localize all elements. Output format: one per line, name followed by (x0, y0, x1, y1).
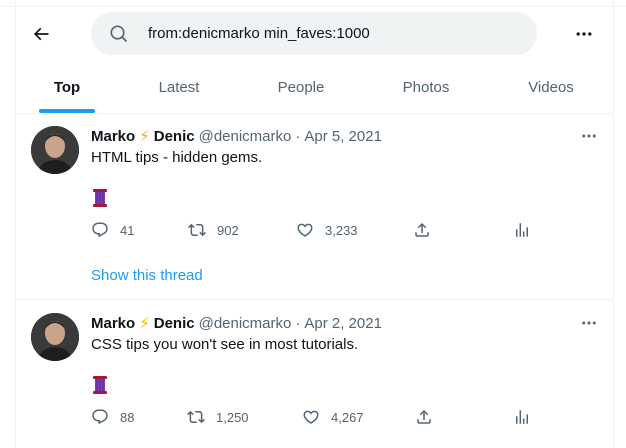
reply-count: 41 (120, 222, 135, 238)
tweet[interactable]: Marko ⚡ Denic @denicmarko · Apr 5, 2021 … (16, 114, 613, 300)
more-horizontal-icon (582, 321, 596, 325)
tweet-more-button[interactable] (579, 313, 599, 333)
separator-dot: · (295, 314, 301, 332)
tweet-date[interactable]: Apr 5, 2021 (304, 128, 382, 145)
heart-icon (303, 410, 319, 424)
separator-dot: · (295, 127, 301, 145)
tab-people[interactable]: People (266, 62, 336, 113)
tab-people-label: People (277, 79, 325, 96)
avatar-portrait-icon (31, 126, 79, 174)
reply-button[interactable]: 41 (91, 220, 134, 240)
avatar-portrait-icon (31, 313, 79, 361)
back-button[interactable] (26, 19, 56, 49)
search-icon (110, 25, 128, 43)
reply-button[interactable]: 88 (91, 407, 134, 427)
avatar[interactable] (31, 313, 79, 361)
reply-icon (92, 409, 108, 425)
like-button[interactable]: 3,233 (296, 220, 358, 240)
share-button[interactable] (415, 407, 433, 427)
tweet-text: HTML tips - hidden gems. (91, 149, 263, 166)
analytics-button[interactable] (513, 220, 531, 240)
show-thread-link[interactable]: Show this thread (91, 267, 203, 284)
tab-videos[interactable]: Videos (516, 62, 586, 113)
tab-photos[interactable]: Photos (391, 62, 461, 113)
tab-videos-label: Videos (528, 79, 574, 96)
retweet-button[interactable]: 1,250 (187, 407, 249, 427)
author-first-name[interactable]: Marko (91, 128, 135, 145)
heart-icon (297, 223, 313, 237)
reply-icon (92, 222, 108, 238)
tweet-more-button[interactable] (579, 126, 599, 146)
retweet-count: 902 (217, 222, 239, 238)
retweet-icon (188, 223, 206, 237)
like-count: 3,233 (325, 222, 358, 238)
thread-spool-icon (93, 189, 107, 207)
arrow-left-icon (33, 27, 49, 41)
author-first-name[interactable]: Marko (91, 315, 135, 332)
active-tab-indicator (39, 109, 95, 113)
author-last-name[interactable]: Denic (154, 128, 195, 145)
author-handle[interactable]: @denicmarko (199, 315, 292, 332)
author-last-name[interactable]: Denic (154, 315, 195, 332)
tab-photos-label: Photos (402, 79, 450, 96)
tweet-header: Marko ⚡ Denic @denicmarko · Apr 2, 2021 (91, 313, 382, 333)
tweet-text: CSS tips you won't see in most tutorials… (91, 336, 359, 353)
retweet-button[interactable]: 902 (188, 220, 239, 240)
search-tabs: Top Latest People Photos Videos (16, 62, 613, 114)
tweet-date[interactable]: Apr 2, 2021 (304, 315, 382, 332)
tab-latest[interactable]: Latest (144, 62, 214, 113)
analytics-icon (516, 223, 528, 237)
retweet-count: 1,250 (216, 409, 249, 425)
tab-latest-label: Latest (158, 79, 200, 96)
more-options-button[interactable] (572, 22, 596, 46)
author-handle[interactable]: @denicmarko (199, 128, 292, 145)
analytics-icon (516, 410, 528, 424)
like-count: 4,267 (331, 409, 364, 425)
like-button[interactable]: 4,267 (302, 407, 364, 427)
thread-spool-icon (93, 376, 107, 394)
analytics-button[interactable] (513, 407, 531, 427)
more-horizontal-icon (582, 134, 596, 138)
reply-count: 88 (120, 409, 135, 425)
search-bar[interactable] (91, 12, 537, 55)
retweet-icon (187, 410, 205, 424)
avatar[interactable] (31, 126, 79, 174)
tab-top[interactable]: Top (36, 62, 98, 113)
tweet-actions: 41 902 3,233 (91, 220, 531, 240)
lightning-bolt-icon: ⚡ (139, 315, 150, 332)
search-input[interactable] (148, 12, 518, 55)
more-horizontal-icon (576, 32, 592, 36)
share-icon (417, 409, 431, 424)
tab-top-label: Top (53, 79, 81, 96)
share-icon (415, 222, 429, 237)
lightning-bolt-icon: ⚡ (139, 128, 150, 145)
tweet[interactable]: Marko ⚡ Denic @denicmarko · Apr 2, 2021 … (16, 301, 613, 448)
tweet-header: Marko ⚡ Denic @denicmarko · Apr 5, 2021 (91, 126, 382, 146)
share-button[interactable] (413, 220, 431, 240)
tweet-actions: 88 1,250 4,267 (91, 407, 531, 427)
